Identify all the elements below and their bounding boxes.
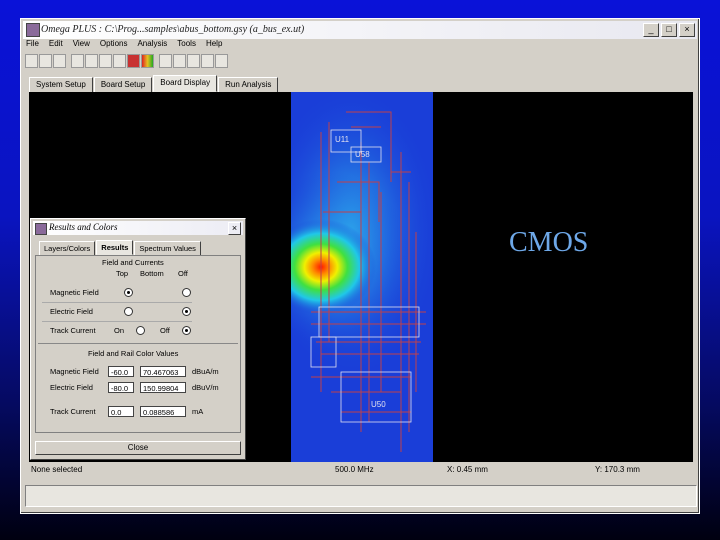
view-icon[interactable]	[71, 54, 84, 68]
col-off: Off	[178, 269, 188, 278]
magnetic-min-field[interactable]: -60.0	[108, 366, 134, 377]
minimize-button[interactable]: _	[643, 23, 659, 37]
new-icon[interactable]	[25, 54, 38, 68]
magnetic-top-radio[interactable]	[124, 288, 133, 297]
window-title: Omega PLUS : C:\Prog...samples\abus_bott…	[41, 24, 305, 35]
results-colors-dialog: Results and Colors × Layers/Colors Resul…	[30, 218, 246, 460]
dialog-title-bar: Results and Colors ×	[33, 221, 243, 235]
track-on-label: On	[114, 326, 125, 335]
zoom-out-icon[interactable]	[173, 54, 186, 68]
status-y-coord: Y: 170.3 mm	[595, 465, 640, 474]
electric-max-field[interactable]: 150.99804	[140, 382, 186, 393]
color-values-heading: Field and Rail Color Values	[88, 349, 179, 358]
spectrum-icon[interactable]	[141, 54, 154, 68]
u50-label: U50	[371, 400, 386, 409]
open-icon[interactable]	[39, 54, 52, 68]
magnetic-off-radio[interactable]	[182, 288, 191, 297]
board-field-map[interactable]: U11 U58 U50	[291, 92, 433, 462]
dialog-close-button[interactable]: Close	[35, 441, 241, 455]
maximize-button[interactable]: □	[661, 23, 677, 37]
menu-view[interactable]: View	[73, 39, 90, 51]
track-current-label: Track Current	[50, 326, 96, 335]
electric-field-label: Electric Field	[50, 307, 93, 316]
track-on-radio[interactable]	[136, 326, 145, 335]
range-track-label: Track Current	[50, 407, 96, 416]
save-icon[interactable]	[53, 54, 66, 68]
toolbar	[23, 52, 697, 70]
menu-edit[interactable]: Edit	[49, 39, 63, 51]
zoom-window-icon[interactable]	[215, 54, 228, 68]
run-icon[interactable]	[127, 54, 140, 68]
menu-tools[interactable]: Tools	[177, 39, 196, 51]
col-top: Top	[116, 269, 129, 278]
section-divider	[38, 343, 238, 344]
magnetic-unit: dBuA/m	[192, 367, 219, 376]
zoom-in-icon[interactable]	[159, 54, 172, 68]
row-divider	[42, 302, 192, 303]
menu-help[interactable]: Help	[206, 39, 222, 51]
magnetic-field-label: Magnetic Field	[50, 288, 99, 297]
range-magnetic-label: Magnetic Field	[50, 367, 99, 376]
track-off-label: Off	[160, 326, 170, 335]
electric-min-field[interactable]: -80.0	[108, 382, 134, 393]
measure-icon[interactable]	[113, 54, 126, 68]
u58-label: U58	[355, 150, 370, 159]
status-frequency: 500.0 MHz	[335, 465, 374, 474]
status-bar: None selected 500.0 MHz X: 0.45 mm Y: 17…	[23, 465, 697, 477]
track-min-field[interactable]: 0.0	[108, 406, 134, 417]
results-panel: Field and Currents Top Bottom Off Magnet…	[35, 255, 241, 433]
tab-layers-colors[interactable]: Layers/Colors	[39, 241, 96, 256]
col-bottom: Bottom	[140, 269, 164, 278]
row-divider	[42, 321, 192, 322]
electric-off-radio[interactable]	[182, 307, 191, 316]
menu-options[interactable]: Options	[100, 39, 128, 51]
zoom-fit-icon[interactable]	[201, 54, 214, 68]
title-bar: Omega PLUS : C:\Prog...samples\abus_bott…	[23, 21, 697, 39]
tab-board-display[interactable]: Board Display	[153, 75, 218, 92]
close-button[interactable]: ×	[679, 23, 695, 37]
field-heatmap: U11 U58 U50	[291, 92, 433, 452]
cmos-label: CMOS	[509, 227, 589, 258]
field-currents-heading: Field and Currents	[102, 258, 164, 267]
menu-bar: File Edit View Options Analysis Tools He…	[23, 39, 697, 51]
track-unit: mA	[192, 407, 204, 416]
track-max-field[interactable]: 0.088586	[140, 406, 186, 417]
electric-top-radio[interactable]	[124, 307, 133, 316]
layer-icon[interactable]	[85, 54, 98, 68]
menu-analysis[interactable]: Analysis	[137, 39, 167, 51]
select-icon[interactable]	[99, 54, 112, 68]
app-icon	[26, 23, 40, 37]
status-x-coord: X: 0.45 mm	[447, 465, 488, 474]
u11-label: U11	[335, 135, 350, 144]
menu-file[interactable]: File	[26, 39, 39, 51]
magnetic-max-field[interactable]: 70.467063	[140, 366, 186, 377]
electric-unit: dBuV/m	[192, 383, 219, 392]
status-selection: None selected	[31, 465, 83, 474]
message-bar	[25, 485, 697, 507]
dialog-app-icon	[35, 223, 47, 235]
track-off-radio[interactable]	[182, 326, 191, 335]
dialog-tabs: Layers/Colors Results Spectrum Values	[39, 240, 202, 256]
tab-spectrum-values[interactable]: Spectrum Values	[134, 241, 201, 256]
dialog-title: Results and Colors	[49, 222, 118, 232]
pan-icon[interactable]	[187, 54, 200, 68]
tab-results[interactable]: Results	[96, 240, 134, 255]
dialog-close-icon[interactable]: ×	[228, 222, 241, 235]
range-electric-label: Electric Field	[50, 383, 93, 392]
